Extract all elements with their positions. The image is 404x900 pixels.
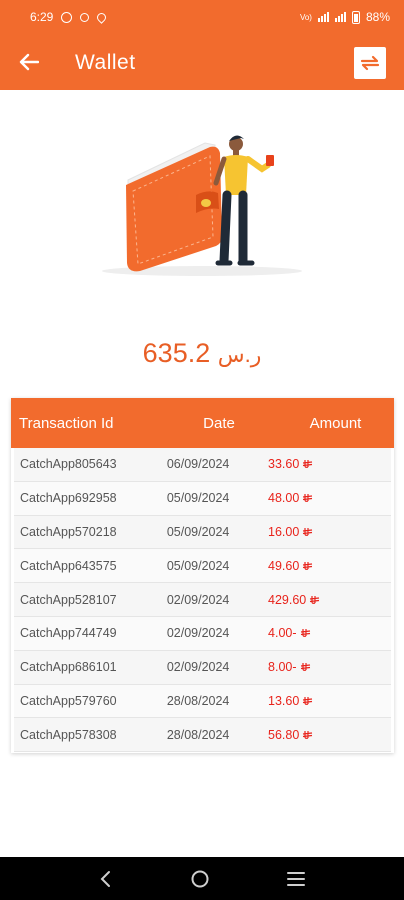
riyal-icon [303,494,313,503]
riyal-icon [300,663,310,672]
header-amount: Amount [309,414,362,432]
arrow-left-icon [19,53,39,71]
transaction-date: 02/09/2024 [166,592,230,607]
riyal-icon [303,696,313,705]
balance-amount: 635.2 [142,338,211,368]
header-date: Date [203,414,235,432]
table-row: CatchApp578308 28/08/2024 56.80 [14,718,391,753]
transaction-amount: 33.60 [264,457,391,471]
app-bar: Wallet [0,34,404,90]
transaction-date: 06/09/2024 [166,457,230,472]
transactions-table: Transaction Id Date Amount CatchApp80564… [11,398,394,753]
status-time: 6:29 [30,10,54,24]
amount-value: 429.60 [268,592,307,607]
table-row: CatchApp692958 05/09/2024 48.00 [14,481,391,516]
table-row: CatchApp570218 05/09/2024 16.00 [14,515,391,550]
transaction-date: 02/09/2024 [166,660,230,675]
riyal-icon [300,629,310,638]
transaction-id: CatchApp528107 [20,592,117,607]
status-right: Vo) 88% [300,10,390,24]
transaction-id: CatchApp643575 [20,558,117,573]
location-icon [95,10,109,24]
transaction-id: CatchApp692958 [20,491,117,506]
amount-value: 8.00- [268,660,297,675]
table-body: CatchApp805643 06/09/2024 33.60 CatchApp… [11,448,394,753]
transaction-id: CatchApp578308 [20,727,117,742]
table-row: CatchApp686101 02/09/2024 8.00- [14,650,391,685]
amount-value: 33.60 [268,457,300,472]
table-row: CatchApp805643 06/09/2024 33.60 [14,448,391,482]
transaction-date: 05/09/2024 [166,558,230,573]
riyal-icon [303,460,313,469]
chevron-left-icon[interactable] [99,870,113,888]
amount-value: 13.60 [268,693,300,708]
table-row: CatchApp643575 05/09/2024 49.60 [14,549,391,584]
transaction-date: 28/08/2024 [166,727,230,742]
page-title: Wallet [75,51,136,74]
table-header: Transaction Id Date Amount [11,398,394,448]
swap-arrows-icon [360,55,380,71]
wallet-illustration [100,125,305,280]
riyal-icon [303,527,313,536]
transaction-date: 05/09/2024 [166,491,230,506]
transaction-id: CatchApp570218 [20,524,117,539]
transaction-amount: 13.60 [264,694,391,708]
transaction-id: CatchApp744749 [20,626,117,641]
table-row: CatchApp528107 02/09/2024 429.60 [14,583,391,617]
riyal-icon [303,730,313,739]
transaction-id: CatchApp579760 [20,693,117,708]
transaction-date: 28/08/2024 [166,693,230,708]
transaction-id: CatchApp686101 [20,660,117,675]
transaction-amount: 8.00- [264,660,391,674]
battery-icon [351,10,360,24]
signal-icon-1 [317,12,329,22]
transaction-amount: 49.60 [264,559,391,573]
header-transaction-id: Transaction Id [19,414,114,432]
transaction-amount: 48.00 [264,491,391,505]
data-saver-icon [61,11,73,23]
transaction-amount: 4.00- [264,626,391,640]
signal-icon-2 [334,12,346,22]
transaction-id: CatchApp805643 [20,457,117,472]
transaction-date: 05/09/2024 [166,524,230,539]
transaction-amount: 16.00 [264,525,391,539]
balance-currency: ر.س [217,342,262,367]
swap-button[interactable] [354,47,386,79]
status-left: 6:29 [30,10,109,24]
cast-icon [80,12,90,22]
system-nav-bar [0,857,404,900]
wallet-person-illustration [102,135,302,276]
transaction-date: 02/09/2024 [166,626,230,641]
transaction-amount: 56.80 [264,728,391,742]
volte-label: Vo) [299,12,312,22]
transaction-amount: 429.60 [264,593,391,607]
menu-lines-icon[interactable] [287,871,306,887]
table-row: CatchApp744749 02/09/2024 4.00- [14,616,391,651]
riyal-icon [310,595,320,604]
amount-value: 49.60 [268,558,300,573]
wallet-balance: 635.2 ر.س [0,338,404,369]
battery-percent: 88% [365,10,390,24]
amount-value: 16.00 [268,524,300,539]
amount-value: 56.80 [268,727,300,742]
table-row: CatchApp579760 28/08/2024 13.60 [14,684,391,719]
back-button[interactable] [14,48,44,76]
amount-value: 48.00 [268,491,300,506]
riyal-icon [303,561,313,570]
amount-value: 4.00- [268,626,297,641]
circle-home-icon[interactable] [190,869,210,889]
status-bar: 6:29 Vo) 88% [0,0,404,34]
